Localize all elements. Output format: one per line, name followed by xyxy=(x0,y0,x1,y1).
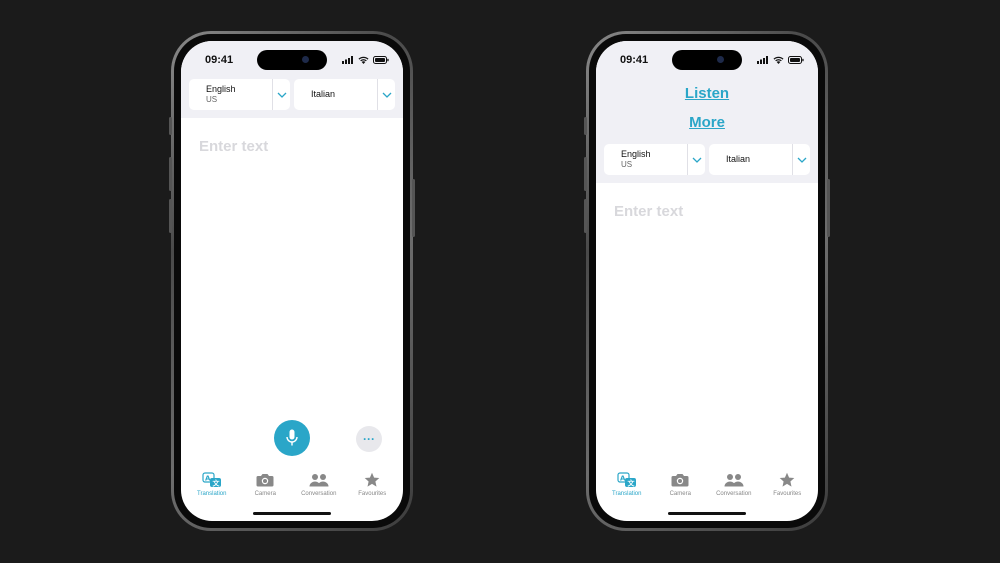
tab-translation[interactable]: A文 Translation xyxy=(601,471,653,497)
phone-frame-left: 09:41 English US Italian Enter text ··· … xyxy=(169,31,415,531)
silent-switch xyxy=(584,117,587,135)
source-language-select[interactable]: English US xyxy=(604,144,705,175)
microphone-icon xyxy=(286,429,298,446)
wifi-icon xyxy=(773,56,784,64)
volume-up-button xyxy=(169,157,172,191)
tab-favourites[interactable]: Favourites xyxy=(761,471,813,497)
microphone-button[interactable] xyxy=(274,420,310,456)
home-indicator[interactable] xyxy=(253,512,331,515)
source-language-region: US xyxy=(621,160,633,169)
status-bar: 09:41 xyxy=(596,41,818,79)
source-language-name: English xyxy=(206,84,236,94)
tab-conversation[interactable]: Conversation xyxy=(708,471,760,497)
language-header: 09:41 English US Italian xyxy=(181,41,403,118)
tab-favourites[interactable]: Favourites xyxy=(346,471,398,497)
target-language-name: Italian xyxy=(311,89,336,99)
tab-label: Conversation xyxy=(301,491,337,497)
svg-text:文: 文 xyxy=(627,479,635,488)
tab-label: Favourites xyxy=(773,491,802,497)
star-icon xyxy=(364,472,380,487)
camera-icon xyxy=(671,474,689,487)
source-language-select[interactable]: English US xyxy=(189,79,290,110)
home-indicator[interactable] xyxy=(668,512,746,515)
svg-text:文: 文 xyxy=(212,479,220,488)
dynamic-island xyxy=(672,50,742,70)
chevron-down-icon[interactable] xyxy=(377,79,395,110)
volume-down-button xyxy=(169,199,172,233)
chevron-down-icon[interactable] xyxy=(687,144,705,175)
power-button xyxy=(827,179,830,237)
chevron-down-icon[interactable] xyxy=(792,144,810,175)
status-time: 09:41 xyxy=(620,54,649,66)
text-input[interactable]: Enter text xyxy=(596,183,818,240)
language-header: 09:41 Listen More English US Italian xyxy=(596,41,818,183)
more-link[interactable]: More xyxy=(596,114,818,132)
status-time: 09:41 xyxy=(205,54,234,66)
silent-switch xyxy=(169,117,172,135)
battery-icon xyxy=(788,56,804,64)
status-bar: 09:41 xyxy=(181,41,403,79)
volume-down-button xyxy=(584,199,587,233)
tab-translation[interactable]: A文 Translation xyxy=(186,471,238,497)
more-options-button[interactable]: ··· xyxy=(356,426,382,452)
language-selector-row: English US Italian xyxy=(596,136,818,183)
status-icons xyxy=(342,56,389,64)
screen-left: 09:41 English US Italian Enter text ··· … xyxy=(181,41,403,521)
people-icon xyxy=(309,474,329,487)
battery-icon xyxy=(373,56,389,64)
star-icon xyxy=(779,472,795,487)
chevron-down-icon[interactable] xyxy=(272,79,290,110)
signal-icon xyxy=(757,56,768,64)
signal-icon xyxy=(342,56,353,64)
power-button xyxy=(412,179,415,237)
source-language-region: US xyxy=(206,95,218,104)
tab-label: Camera xyxy=(254,491,276,497)
translate-icon: A文 xyxy=(202,472,221,488)
tab-label: Favourites xyxy=(358,491,387,497)
tab-label: Translation xyxy=(612,491,642,497)
tab-conversation[interactable]: Conversation xyxy=(293,471,345,497)
phone-frame-right: 09:41 Listen More English US Italian Ent… xyxy=(584,31,830,531)
status-icons xyxy=(757,56,804,64)
dynamic-island xyxy=(257,50,327,70)
source-language-name: English xyxy=(621,149,651,159)
volume-up-button xyxy=(584,157,587,191)
translate-icon: A文 xyxy=(617,472,636,488)
language-selector-row: English US Italian xyxy=(181,79,403,118)
wifi-icon xyxy=(358,56,369,64)
target-language-name: Italian xyxy=(726,154,751,164)
people-icon xyxy=(724,474,744,487)
tab-label: Translation xyxy=(197,491,227,497)
tab-camera[interactable]: Camera xyxy=(239,471,291,497)
listen-link[interactable]: Listen xyxy=(596,85,818,103)
tab-camera[interactable]: Camera xyxy=(654,471,706,497)
text-input[interactable]: Enter text xyxy=(181,118,403,175)
tab-bar: A文 Translation Camera Conversation Favou… xyxy=(596,471,818,497)
target-language-select[interactable]: Italian xyxy=(709,144,810,175)
screen-right: 09:41 Listen More English US Italian Ent… xyxy=(596,41,818,521)
tab-bar: A文 Translation Camera Conversation Favou… xyxy=(181,471,403,497)
camera-icon xyxy=(256,474,274,487)
tab-label: Conversation xyxy=(716,491,752,497)
target-language-select[interactable]: Italian xyxy=(294,79,395,110)
tab-label: Camera xyxy=(669,491,691,497)
